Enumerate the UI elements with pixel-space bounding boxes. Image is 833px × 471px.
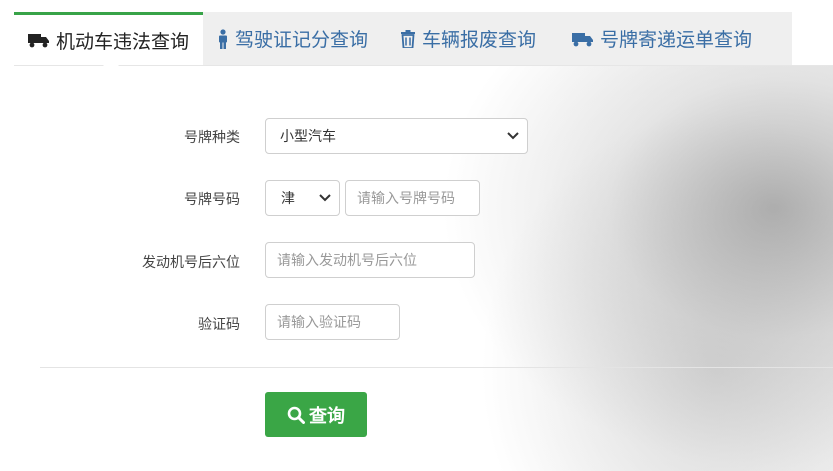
search-button-label: 查询 [309, 405, 345, 427]
trash-icon [400, 29, 416, 48]
tab-license-points[interactable]: 驾驶证记分查询 [203, 12, 382, 65]
plate-number-placeholder: 请输入号牌号码 [357, 191, 455, 207]
plate-type-label: 号牌种类 [184, 130, 240, 146]
search-button[interactable]: 查询 [265, 392, 367, 437]
captcha-label: 验证码 [198, 317, 240, 333]
engine-number-placeholder: 请输入发动机号后六位 [277, 253, 417, 269]
engine-number-input[interactable]: 请输入发动机号后六位 [265, 242, 475, 278]
tab-bar: 机动车违法查询 驾驶证记分查询 车辆报废查询 号牌寄递运单查询 [14, 12, 792, 65]
plate-type-select[interactable]: 小型汽车 [265, 118, 528, 154]
chevron-down-icon [507, 132, 519, 140]
truck-icon [572, 31, 594, 47]
tab-label: 号牌寄递运单查询 [600, 29, 753, 51]
tab-vehicle-scrap[interactable]: 车辆报废查询 [382, 12, 550, 65]
captcha-placeholder: 请输入验证码 [277, 315, 361, 331]
tab-label: 驾驶证记分查询 [235, 29, 369, 51]
province-select[interactable]: 津 [265, 180, 340, 216]
truck-icon [28, 32, 50, 48]
chevron-down-icon [319, 194, 331, 202]
plate-number-label: 号牌号码 [184, 192, 240, 208]
plate-number-input[interactable]: 请输入号牌号码 [345, 180, 480, 216]
person-icon [217, 28, 229, 49]
tab-plate-delivery[interactable]: 号牌寄递运单查询 [550, 12, 766, 65]
search-icon [287, 406, 305, 424]
plate-type-value: 小型汽车 [280, 129, 336, 145]
captcha-input[interactable]: 请输入验证码 [265, 304, 400, 340]
tab-label: 机动车违法查询 [56, 30, 190, 53]
active-tab-pointer [103, 58, 119, 66]
tab-label: 车辆报废查询 [422, 29, 537, 51]
tab-bottom-border [14, 65, 833, 66]
form-divider [40, 367, 833, 368]
engine-label: 发动机号后六位 [142, 255, 240, 271]
province-value: 津 [281, 191, 295, 207]
